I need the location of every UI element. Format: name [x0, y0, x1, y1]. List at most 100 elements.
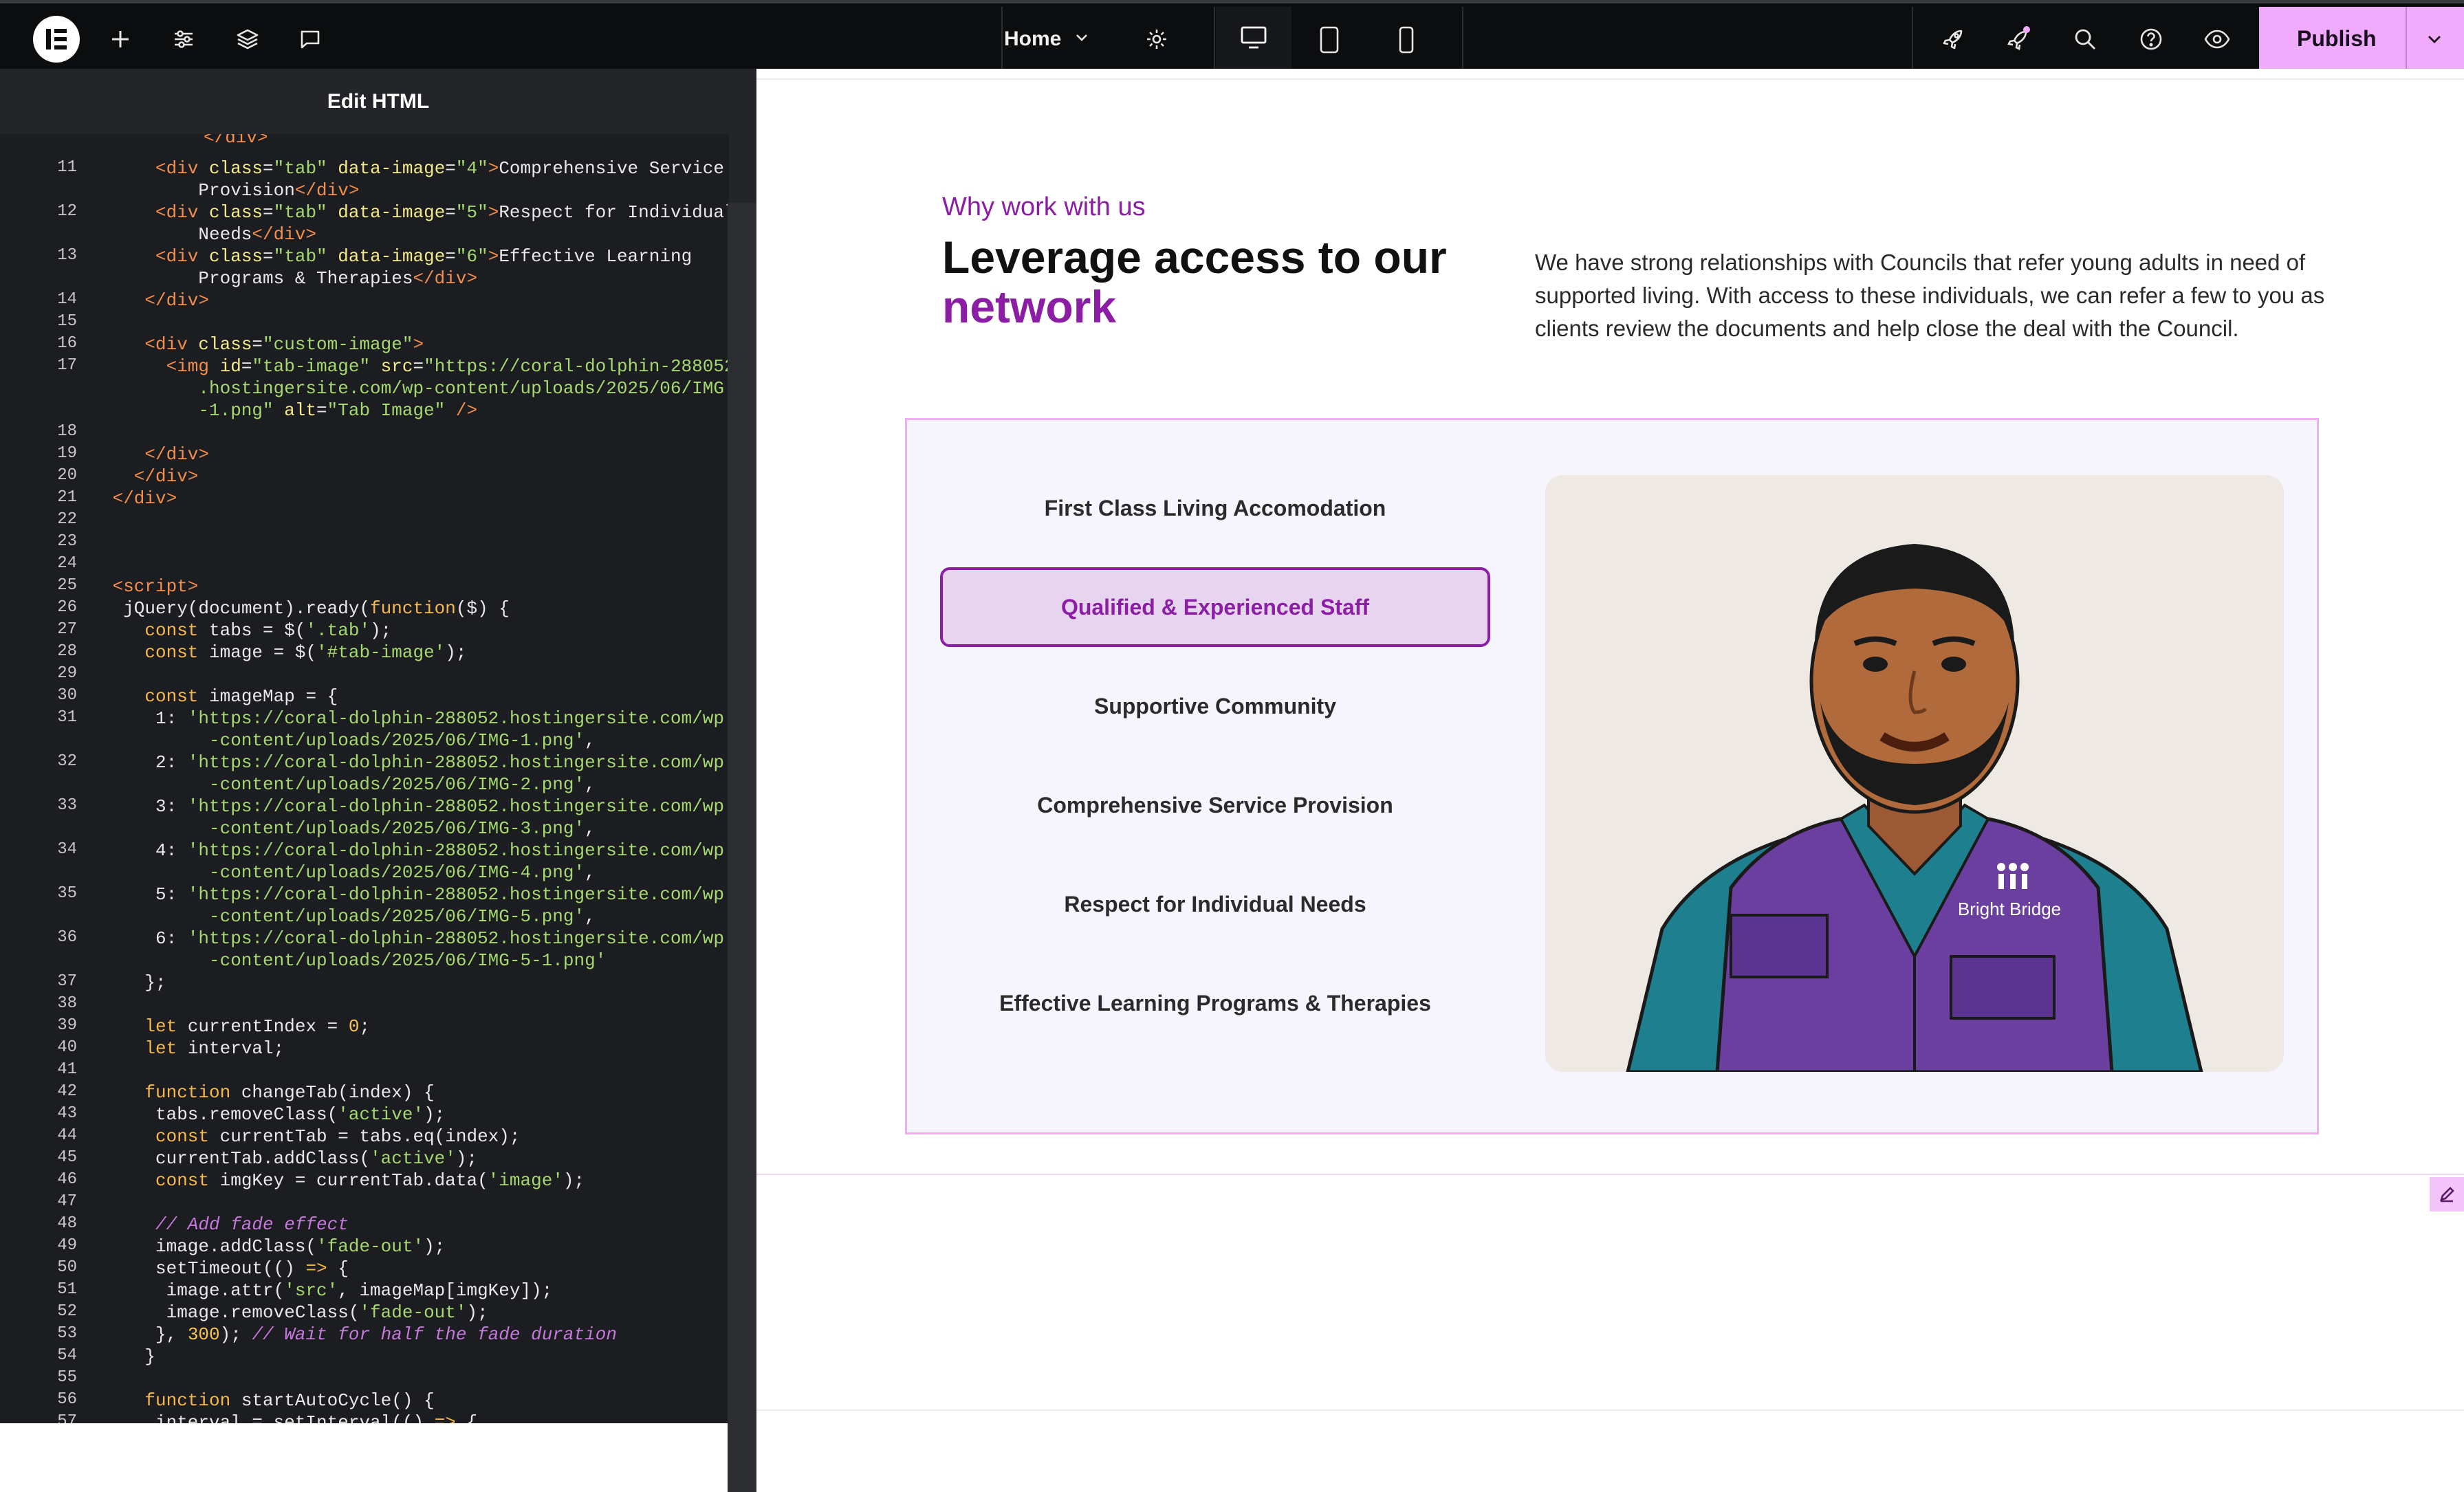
line-number: 11: [57, 158, 77, 177]
line-number: 51: [57, 1280, 77, 1299]
code-line: <div class="tab" data-image="5">Respect …: [155, 202, 729, 223]
code-line: function changeTab(index) {: [144, 1082, 435, 1103]
line-number: 19: [57, 444, 77, 463]
line-number: 41: [57, 1060, 77, 1079]
line-number: 35: [57, 884, 77, 903]
tab-item[interactable]: Effective Learning Programs & Therapies: [940, 963, 1490, 1043]
sliders-icon[interactable]: [163, 19, 204, 60]
line-number: 13: [57, 246, 77, 265]
tab-item[interactable]: Supportive Community: [940, 666, 1490, 746]
code-line: currentTab.addClass('active');: [155, 1148, 478, 1169]
code-line: tabs.removeClass('active');: [155, 1104, 446, 1125]
intro-paragraph: We have strong relationships with Counci…: [1535, 250, 2325, 341]
code-line: // Add fade effect: [155, 1214, 349, 1235]
tab-item[interactable]: First Class Living Accomodation: [940, 468, 1490, 548]
publish-button[interactable]: Publish: [2259, 7, 2464, 72]
headline-line: Leverage access to our: [942, 232, 1447, 283]
line-number: 43: [57, 1104, 77, 1123]
line-number: 44: [57, 1126, 77, 1145]
tabs-widget[interactable]: First Class Living Accomodation Qualified…: [905, 418, 2319, 1134]
staff-illustration: Bright Bridge: [1545, 475, 2284, 1072]
code-line: image.attr('src', imageMap[imgKey]);: [166, 1280, 553, 1301]
image-badge-text: Bright Bridge: [1958, 899, 2061, 919]
code-line: -content/uploads/2025/06/IMG-2.png',: [209, 774, 596, 795]
publish-label: Publish: [2297, 26, 2377, 51]
page-select-label: Home: [1004, 28, 1062, 50]
line-number: 28: [57, 642, 77, 661]
section-eyebrow: Why work with us: [942, 193, 1146, 221]
line-number: 30: [57, 686, 77, 705]
line-number: 57: [57, 1412, 77, 1423]
preview-canvas: Why work with us Leverage access to our …: [756, 69, 2464, 1423]
code-line: </div>: [144, 290, 210, 311]
code-line: </div>: [133, 466, 199, 487]
code-line: 2: 'https://coral-dolphin-288052.hosting…: [155, 752, 724, 773]
line-number: 42: [57, 1082, 77, 1101]
code-line: -content/uploads/2025/06/IMG-4.png',: [209, 862, 596, 883]
line-number: 20: [57, 466, 77, 485]
eye-icon[interactable]: [2196, 19, 2238, 60]
gear-icon[interactable]: [1136, 19, 1177, 60]
line-number: 47: [57, 1192, 77, 1211]
code-line: }, 300); // Wait for half the fade durat…: [155, 1324, 617, 1345]
code-line: image.addClass('fade-out');: [155, 1236, 446, 1257]
chevron-down-icon[interactable]: [2417, 22, 2452, 56]
rocket-icon[interactable]: [1932, 19, 1974, 60]
tab-item[interactable]: Qualified & Experienced Staff: [940, 567, 1490, 647]
line-number: 33: [57, 796, 77, 815]
mobile-icon[interactable]: [1369, 7, 1444, 72]
code-line: };: [144, 972, 166, 993]
chevron-down-icon: [1073, 28, 1090, 51]
tab-item[interactable]: Respect for Individual Needs: [940, 864, 1490, 944]
line-number: 48: [57, 1214, 77, 1233]
pencil-icon[interactable]: [2430, 1177, 2464, 1211]
code-line: image.removeClass('fade-out');: [166, 1302, 488, 1323]
editor-scrollbar[interactable]: [728, 203, 756, 1492]
code-line: let currentIndex = 0;: [144, 1016, 371, 1037]
code-line: 6: 'https://coral-dolphin-288052.hosting…: [155, 928, 724, 949]
line-number: 39: [57, 1016, 77, 1035]
search-icon[interactable]: [2064, 19, 2106, 60]
tab-item[interactable]: Comprehensive Service Provision: [940, 765, 1490, 845]
code-line: <div class="tab" data-image="4">Comprehe…: [155, 158, 724, 179]
code-line: const imageMap = {: [144, 686, 338, 707]
code-line: <img id="tab-image" src="https://coral-d…: [166, 356, 729, 377]
panel-title: Edit HTML: [327, 89, 430, 113]
line-number: 38: [57, 994, 77, 1013]
desktop-icon[interactable]: [1216, 7, 1291, 72]
line-number: 27: [57, 620, 77, 639]
line-number: 55: [57, 1368, 77, 1387]
code-line: -content/uploads/2025/06/IMG-5-1.png': [209, 950, 607, 971]
line-number: 54: [57, 1346, 77, 1365]
top-toolbar: Home Publish: [0, 0, 2464, 72]
line-number: 52: [57, 1302, 77, 1321]
line-number: 34: [57, 840, 77, 859]
elementor-logo-icon[interactable]: [33, 16, 80, 63]
code-editor[interactable]: </div> 11 <div class="tab" data-image="4"…: [0, 134, 729, 1423]
code-line: .hostingersite.com/wp-content/uploads/20…: [198, 378, 724, 399]
plus-icon[interactable]: [100, 19, 141, 60]
line-number: 17: [57, 356, 77, 375]
line-number: 37: [57, 972, 77, 991]
code-line: Programs & Therapies</div>: [198, 268, 478, 289]
tablet-icon[interactable]: [1291, 7, 1367, 72]
code-line: 5: 'https://coral-dolphin-288052.hosting…: [155, 884, 724, 905]
line-number: 50: [57, 1258, 77, 1277]
layers-icon[interactable]: [227, 19, 268, 60]
code-line: -content/uploads/2025/06/IMG-5.png',: [209, 906, 596, 927]
bright-bridge-logo: [1997, 863, 2029, 889]
help-icon[interactable]: [2130, 19, 2172, 60]
line-number: 25: [57, 576, 77, 595]
code-line: setTimeout(() => {: [155, 1258, 349, 1279]
page-select[interactable]: Home: [1004, 19, 1090, 60]
line-number: 53: [57, 1324, 77, 1343]
line-number: 56: [57, 1390, 77, 1409]
line-number: 46: [57, 1170, 77, 1189]
line-number: 32: [57, 752, 77, 771]
comment-icon[interactable]: [290, 19, 331, 60]
code-line: }: [144, 1346, 155, 1367]
line-number: 31: [57, 708, 77, 727]
code-line: const imgKey = currentTab.data('image');: [155, 1170, 585, 1191]
notifications-icon[interactable]: [1998, 19, 2040, 60]
code-line: Needs</div>: [198, 224, 317, 245]
